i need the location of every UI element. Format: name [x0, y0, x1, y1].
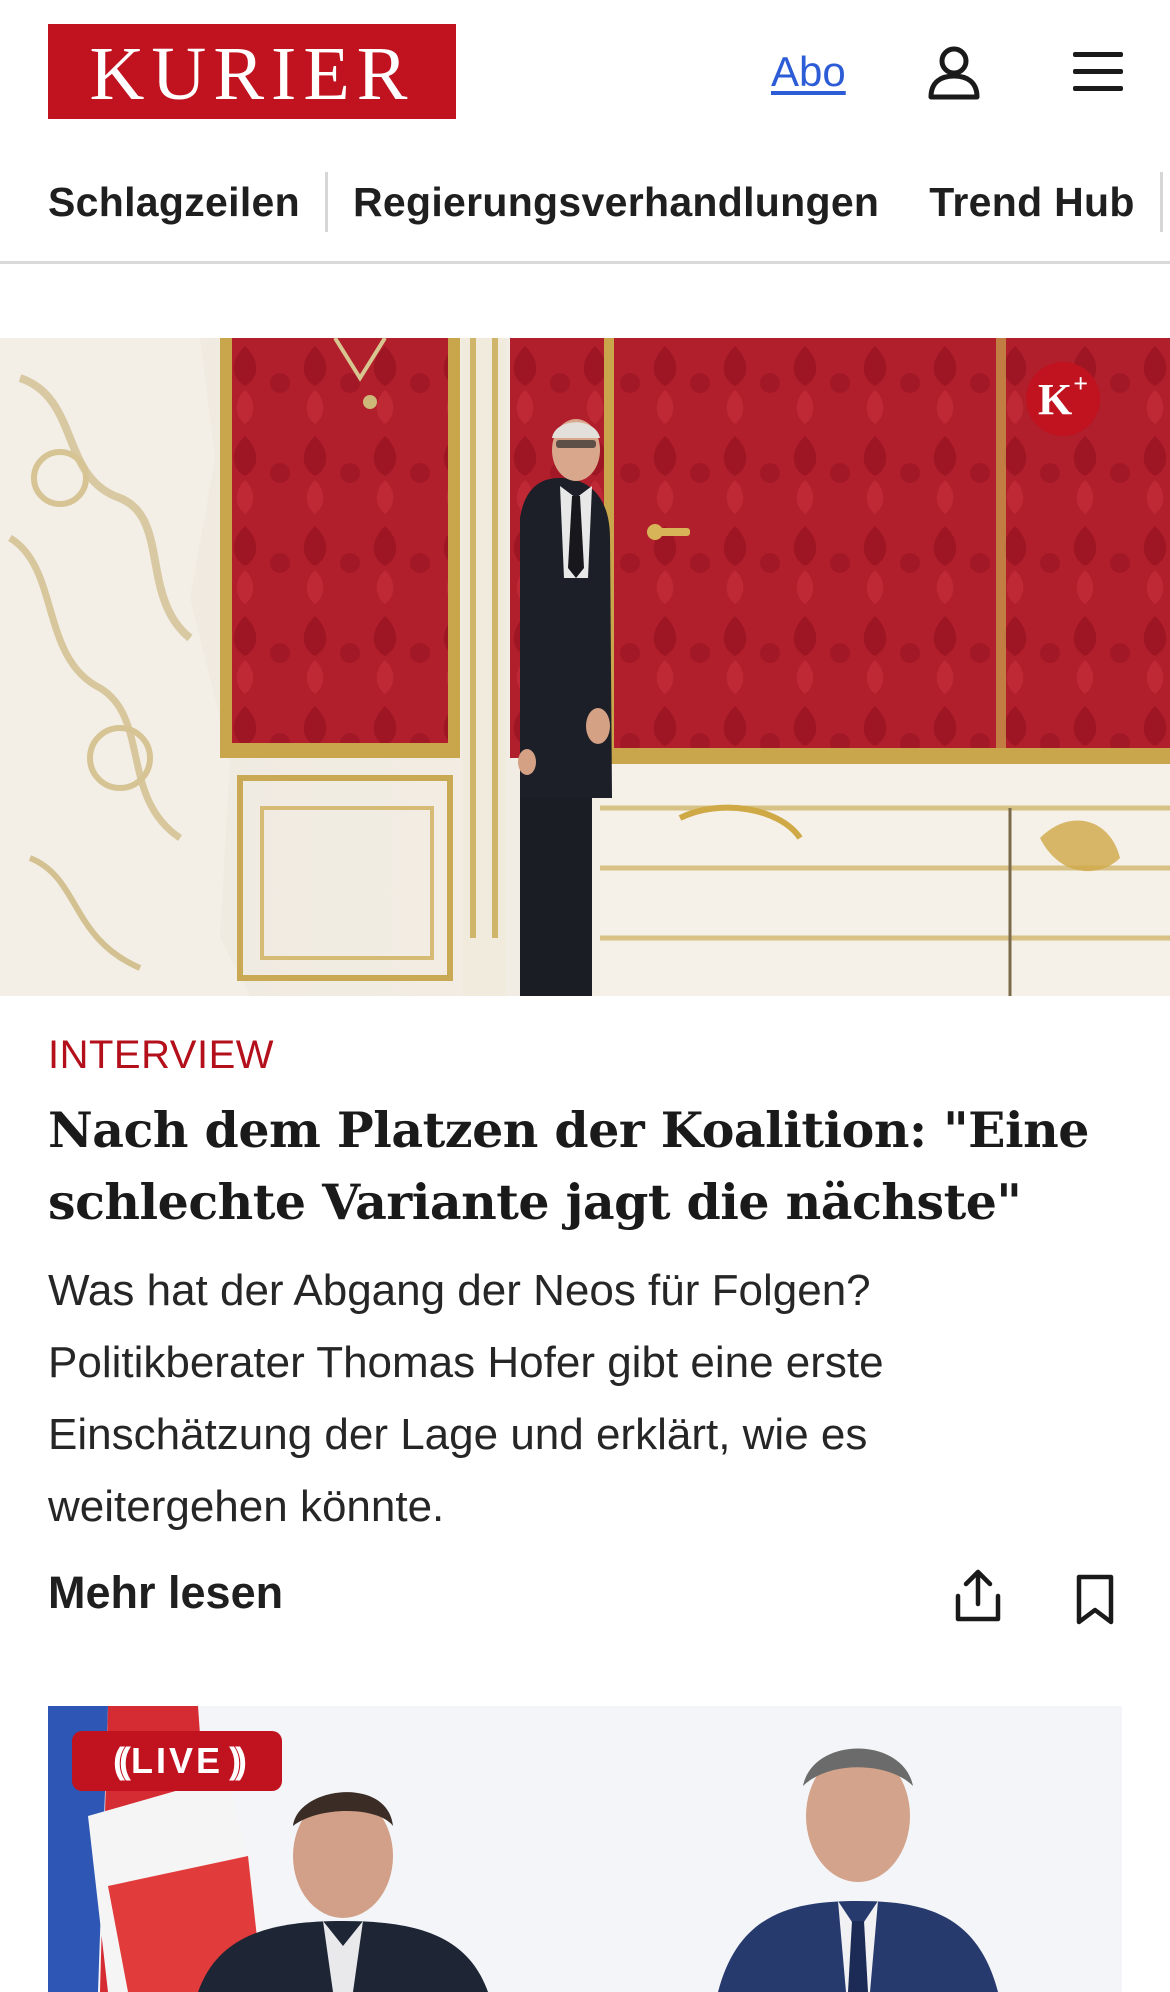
live-label: LIVE: [130, 1740, 223, 1781]
live-wave-right-icon: )): [229, 1740, 247, 1781]
premium-badge: K+: [1026, 362, 1100, 436]
logo-text: KURIER: [89, 31, 415, 116]
premium-badge-text: K+: [1037, 368, 1089, 424]
read-more-link[interactable]: Mehr lesen: [48, 1567, 283, 1619]
account-button[interactable]: [926, 44, 982, 100]
article-kicker: INTERVIEW: [48, 1033, 275, 1077]
kurier-logo[interactable]: KURIER: [48, 24, 456, 119]
tab-schlagzeilen[interactable]: Schlagzeilen: [48, 172, 325, 232]
abo-link[interactable]: Abo: [771, 48, 846, 96]
menu-button[interactable]: [1070, 48, 1126, 96]
user-icon: [928, 46, 980, 100]
hero-image[interactable]: [0, 338, 1170, 996]
share-button[interactable]: [952, 1568, 1004, 1624]
section-nav: Schlagzeilen Regierungsverhandlungen Tre…: [0, 160, 1170, 264]
live-wave-left-icon: ((: [113, 1740, 131, 1781]
tab-regierungsverhandlungen[interactable]: Regierungsverhandlungen: [324, 172, 904, 232]
bookmark-icon: [1076, 1574, 1114, 1625]
tab-partial[interactable]: In: [1159, 172, 1170, 232]
article-teaser[interactable]: Was hat der Abgang der Neos für Folgen? …: [48, 1255, 1108, 1543]
share-icon: [955, 1569, 1001, 1622]
site-header: KURIER Abo: [0, 0, 1170, 150]
bookmark-button[interactable]: [1074, 1574, 1116, 1626]
tab-trend-hub[interactable]: Trend Hub: [904, 172, 1159, 232]
hamburger-menu-icon: [1073, 52, 1123, 91]
live-badge: (( LIVE )): [72, 1731, 282, 1791]
article-headline[interactable]: Nach dem Platzen der Koalition: "Eine sc…: [48, 1094, 1118, 1238]
premium-plus-glyph: +: [1073, 368, 1089, 398]
